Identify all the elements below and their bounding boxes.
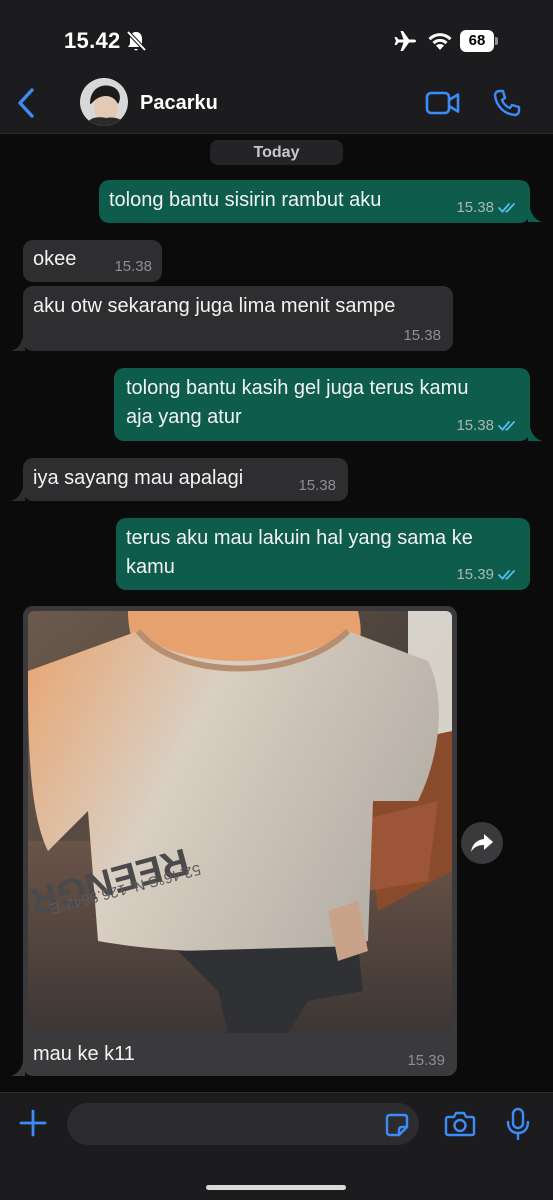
wifi-icon	[428, 33, 452, 50]
chevron-left-icon[interactable]	[14, 86, 40, 120]
plus-icon[interactable]	[18, 1108, 48, 1138]
message-outgoing[interactable]: terus aku mau lakuin hal yang sama ke ka…	[116, 518, 530, 590]
message-meta: 15.38	[403, 327, 441, 345]
message-outgoing[interactable]: tolong bantu kasih gel juga terus kamu a…	[114, 368, 530, 441]
message-meta: 15.38	[456, 199, 518, 217]
home-indicator	[206, 1185, 346, 1190]
camera-icon[interactable]	[444, 1110, 476, 1138]
message-outgoing[interactable]: tolong bantu sisirin rambut aku 15.38	[99, 180, 530, 223]
chat-header: Pacarku	[0, 72, 553, 134]
chat-messages: Today tolong bantu sisirin rambut aku 15…	[0, 134, 553, 1092]
message-text-line: kamu	[126, 556, 175, 578]
battery-tip	[495, 37, 498, 45]
message-time: 15.38	[403, 327, 441, 344]
message-meta: 15.39	[407, 1052, 445, 1070]
message-incoming[interactable]: iya sayang mau apalagi 15.38	[23, 458, 348, 501]
image-caption: mau ke k11	[33, 1043, 135, 1065]
message-time: 15.39	[407, 1052, 445, 1069]
message-time: 15.38	[456, 199, 494, 216]
message-meta: 15.38	[114, 258, 152, 276]
double-check-icon	[498, 570, 515, 580]
forward-icon	[471, 834, 493, 852]
status-bar: 15.42 68	[0, 0, 553, 72]
message-time: 15.38	[114, 258, 152, 275]
bell-off-icon	[126, 30, 146, 52]
bubble-tail	[11, 1062, 25, 1076]
message-text: aku otw sekarang juga lima menit sampe	[33, 295, 396, 317]
bubble-tail	[528, 208, 542, 222]
message-meta: 15.38	[456, 417, 518, 435]
battery-indicator: 68	[460, 30, 498, 52]
contact-name[interactable]: Pacarku	[140, 92, 218, 115]
message-meta: 15.39	[456, 566, 518, 584]
bubble-tail	[528, 427, 542, 441]
message-input[interactable]	[67, 1103, 419, 1145]
sticker-icon[interactable]	[384, 1112, 410, 1138]
message-text-line: terus aku mau lakuin hal yang sama ke	[126, 527, 473, 549]
airplane-icon	[394, 31, 416, 51]
avatar[interactable]	[80, 78, 128, 126]
status-time: 15.42	[64, 28, 121, 53]
message-text: okee	[33, 248, 77, 270]
message-text: tolong bantu kasih gel juga terus kamu a…	[126, 374, 468, 432]
message-text: iya sayang mau apalagi	[33, 467, 244, 489]
message-text-line: tolong bantu kasih gel juga terus kamu	[126, 377, 469, 399]
message-time: 15.38	[298, 477, 336, 494]
phone-icon[interactable]	[492, 88, 522, 118]
message-text: tolong bantu sisirin rambut aku	[109, 189, 382, 211]
message-text: terus aku mau lakuin hal yang sama ke ka…	[126, 524, 473, 582]
bubble-tail	[11, 487, 25, 501]
message-time: 15.38	[456, 417, 494, 434]
microphone-icon[interactable]	[505, 1107, 531, 1141]
message-incoming[interactable]: okee 15.38	[23, 240, 162, 282]
message-input-bar	[0, 1092, 553, 1200]
bubble-tail	[11, 337, 25, 351]
avatar-photo	[80, 78, 128, 126]
date-separator: Today	[210, 140, 343, 165]
message-incoming[interactable]: aku otw sekarang juga lima menit sampe 1…	[23, 286, 453, 351]
message-text-line: aja yang atur	[126, 406, 242, 428]
double-check-icon	[498, 203, 515, 213]
video-camera-icon[interactable]	[425, 90, 461, 116]
battery-level: 68	[460, 30, 494, 52]
double-check-icon	[498, 421, 515, 431]
photo-content: REENGREEN 52.46°S N. 126.9642°E	[28, 611, 452, 1033]
message-time: 15.39	[456, 566, 494, 583]
forward-button[interactable]	[461, 822, 503, 864]
message-incoming-image[interactable]: REENGREEN 52.46°S N. 126.9642°E mau ke k…	[23, 606, 457, 1076]
message-photo[interactable]: REENGREEN 52.46°S N. 126.9642°E	[28, 611, 452, 1033]
message-meta: 15.38	[298, 477, 336, 495]
